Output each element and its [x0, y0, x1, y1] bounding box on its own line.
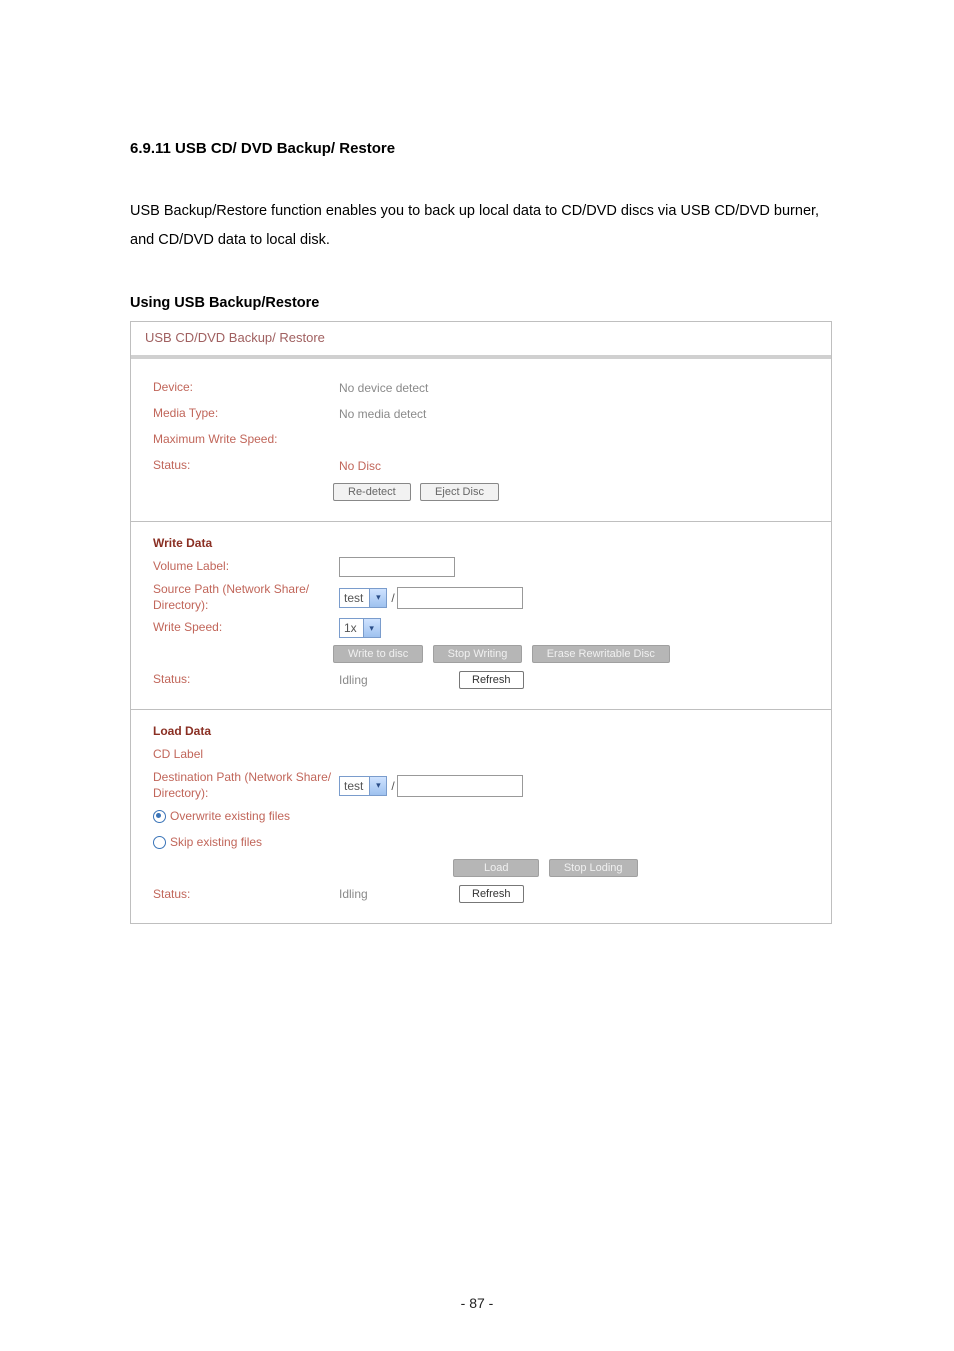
- write-speed-value: 1x: [340, 621, 363, 635]
- source-share-select[interactable]: test ▾: [339, 588, 387, 608]
- cd-label-label: CD Label: [153, 747, 339, 763]
- load-status-value: Idling: [339, 887, 459, 901]
- overwrite-option-row[interactable]: Overwrite existing files: [153, 805, 811, 827]
- write-status-value: Idling: [339, 673, 459, 687]
- eject-disc-button[interactable]: Eject Disc: [420, 483, 499, 501]
- write-to-disc-button[interactable]: Write to disc: [333, 645, 423, 663]
- subsection-heading: Using USB Backup/Restore: [130, 295, 824, 311]
- load-status-label: Status:: [153, 887, 339, 903]
- volume-label-input[interactable]: [339, 557, 455, 577]
- dest-path-label: Destination Path (Network Share/ Directo…: [153, 770, 339, 801]
- write-speed-select[interactable]: 1x ▾: [339, 618, 381, 638]
- device-label: Device:: [153, 380, 339, 396]
- load-button-row: Load Stop Loding: [153, 859, 811, 877]
- section-heading: 6.9.11 USB CD/ DVD Backup/ Restore: [130, 140, 824, 157]
- write-button-row: Write to disc Stop Writing Erase Rewrita…: [333, 645, 811, 663]
- chevron-down-icon: ▾: [369, 589, 386, 607]
- panel-title: USB CD/DVD Backup/ Restore: [131, 322, 831, 359]
- media-type-label: Media Type:: [153, 406, 339, 422]
- backup-restore-panel: USB CD/DVD Backup/ Restore Device: No de…: [130, 321, 832, 924]
- media-type-value: No media detect: [339, 407, 426, 421]
- write-refresh-button[interactable]: Refresh: [459, 671, 524, 689]
- intro-paragraph: USB Backup/Restore function enables you …: [130, 197, 824, 255]
- write-data-section: Write Data Volume Label: Source Path (Ne…: [131, 521, 831, 709]
- path-separator: /: [387, 591, 396, 605]
- overwrite-radio[interactable]: [153, 810, 166, 823]
- dest-share-value: test: [340, 779, 369, 793]
- stop-writing-button[interactable]: Stop Writing: [433, 645, 523, 663]
- skip-option-row[interactable]: Skip existing files: [153, 831, 811, 853]
- volume-label-label: Volume Label:: [153, 559, 339, 575]
- source-share-value: test: [340, 591, 369, 605]
- max-speed-label: Maximum Write Speed:: [153, 432, 339, 448]
- load-refresh-button[interactable]: Refresh: [459, 885, 524, 903]
- source-path-label: Source Path (Network Share/ Directory):: [153, 582, 339, 613]
- chevron-down-icon: ▾: [363, 619, 380, 637]
- device-info-section: Device: No device detect Media Type: No …: [131, 359, 831, 521]
- load-data-section: Load Data CD Label Destination Path (Net…: [131, 709, 831, 923]
- overwrite-label: Overwrite existing files: [170, 809, 290, 823]
- erase-rewritable-button[interactable]: Erase Rewritable Disc: [532, 645, 670, 663]
- load-button[interactable]: Load: [453, 859, 539, 877]
- skip-radio[interactable]: [153, 836, 166, 849]
- redetect-button[interactable]: Re-detect: [333, 483, 411, 501]
- write-speed-label: Write Speed:: [153, 620, 339, 636]
- source-path-input[interactable]: [397, 587, 523, 609]
- write-data-heading: Write Data: [153, 536, 811, 550]
- dest-path-input[interactable]: [397, 775, 523, 797]
- write-status-label: Status:: [153, 672, 339, 688]
- stop-loading-button[interactable]: Stop Loding: [549, 859, 638, 877]
- status-value: No Disc: [339, 459, 381, 473]
- info-button-row: Re-detect Eject Disc: [333, 483, 811, 501]
- dest-share-select[interactable]: test ▾: [339, 776, 387, 796]
- device-value: No device detect: [339, 381, 428, 395]
- document-page: 6.9.11 USB CD/ DVD Backup/ Restore USB B…: [0, 0, 954, 1351]
- path-separator: /: [387, 779, 396, 793]
- chevron-down-icon: ▾: [369, 777, 386, 795]
- page-number: - 87 -: [0, 1295, 954, 1311]
- skip-label: Skip existing files: [170, 835, 262, 849]
- load-data-heading: Load Data: [153, 724, 811, 738]
- status-label: Status:: [153, 458, 339, 474]
